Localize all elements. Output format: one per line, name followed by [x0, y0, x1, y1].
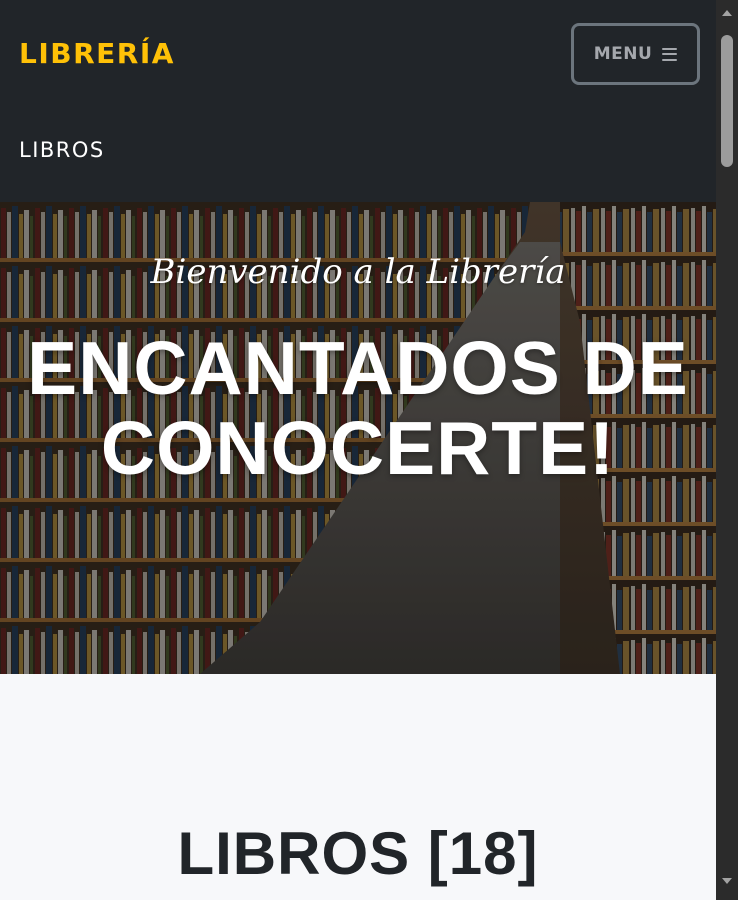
scrollbar-thumb[interactable] — [721, 35, 733, 167]
nav-link-libros[interactable]: LIBROS — [19, 136, 105, 164]
scroll-up-arrow-icon[interactable] — [722, 10, 732, 16]
brand-logo[interactable]: LIBRERÍA — [19, 36, 175, 72]
menu-button-label: MENU — [593, 44, 653, 64]
hero-banner: Bienvenido a la Librería ENCANTADOS DE C… — [0, 202, 716, 674]
hamburger-icon — [662, 47, 678, 61]
hero-heading: ENCANTADOS DE CONOCERTE! — [27, 326, 689, 490]
scroll-down-arrow-icon[interactable] — [722, 878, 732, 884]
menu-toggle-button[interactable]: MENU — [571, 23, 700, 85]
hero-subtitle: Bienvenido a la Librería — [150, 252, 566, 292]
page-scrollbar[interactable] — [716, 0, 738, 900]
main-navbar: LIBRERÍA MENU LIBROS — [0, 0, 716, 202]
books-section: LIBROS [18] — [0, 674, 716, 900]
page-viewport: LIBRERÍA MENU LIBROS Bienvenido a la Lib… — [0, 0, 716, 900]
books-section-title: LIBROS [18] — [177, 820, 539, 887]
